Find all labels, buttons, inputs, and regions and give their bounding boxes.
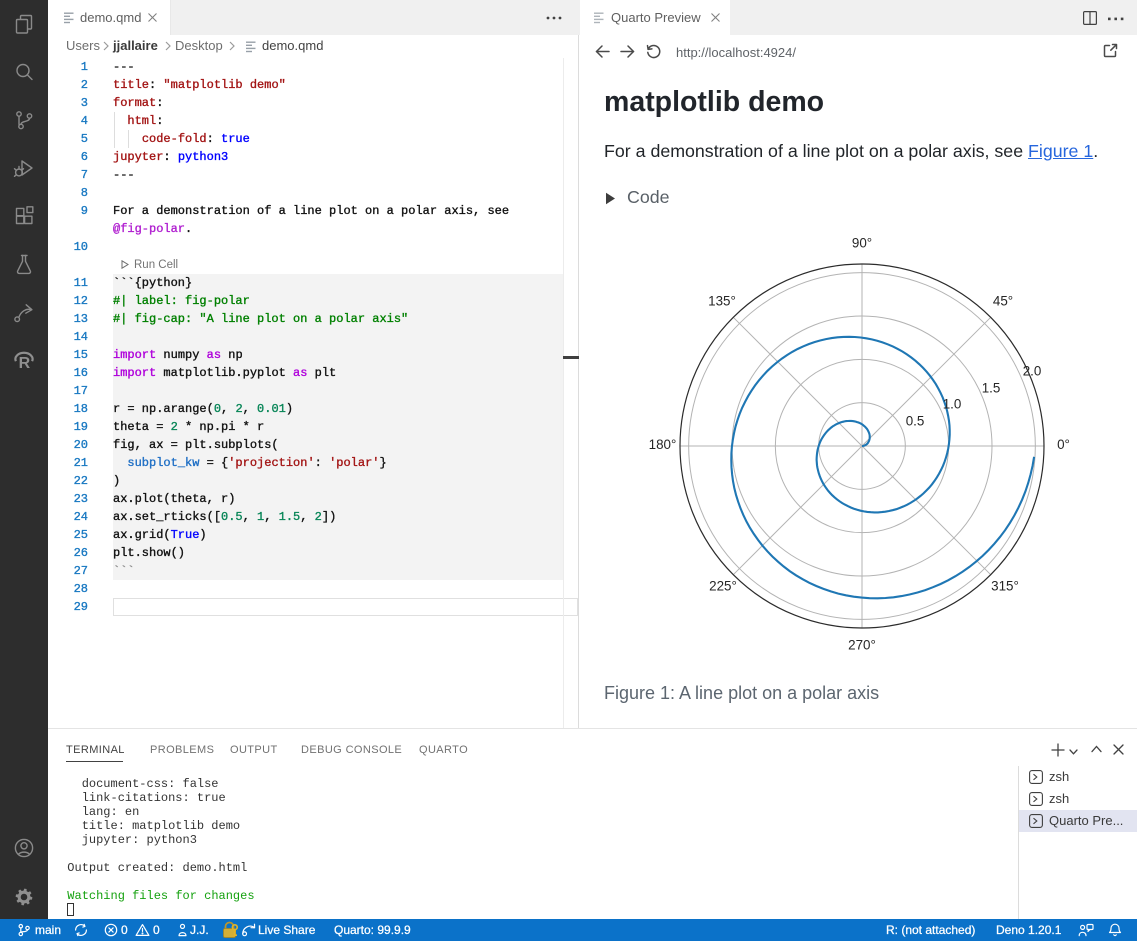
svg-text:180°: 180° — [649, 437, 677, 452]
svg-text:1.5: 1.5 — [982, 381, 1001, 396]
svg-text:270°: 270° — [848, 638, 876, 653]
svg-text:1.0: 1.0 — [943, 397, 962, 412]
svg-text:135°: 135° — [708, 294, 736, 309]
svg-text:315°: 315° — [991, 579, 1019, 594]
svg-text:225°: 225° — [709, 579, 737, 594]
svg-text:90°: 90° — [852, 236, 872, 251]
svg-text:R: R — [19, 355, 31, 372]
svg-text:45°: 45° — [993, 294, 1013, 309]
svg-text:2.0: 2.0 — [1023, 364, 1042, 379]
svg-text:0.5: 0.5 — [906, 414, 925, 429]
svg-text:0°: 0° — [1057, 437, 1070, 452]
